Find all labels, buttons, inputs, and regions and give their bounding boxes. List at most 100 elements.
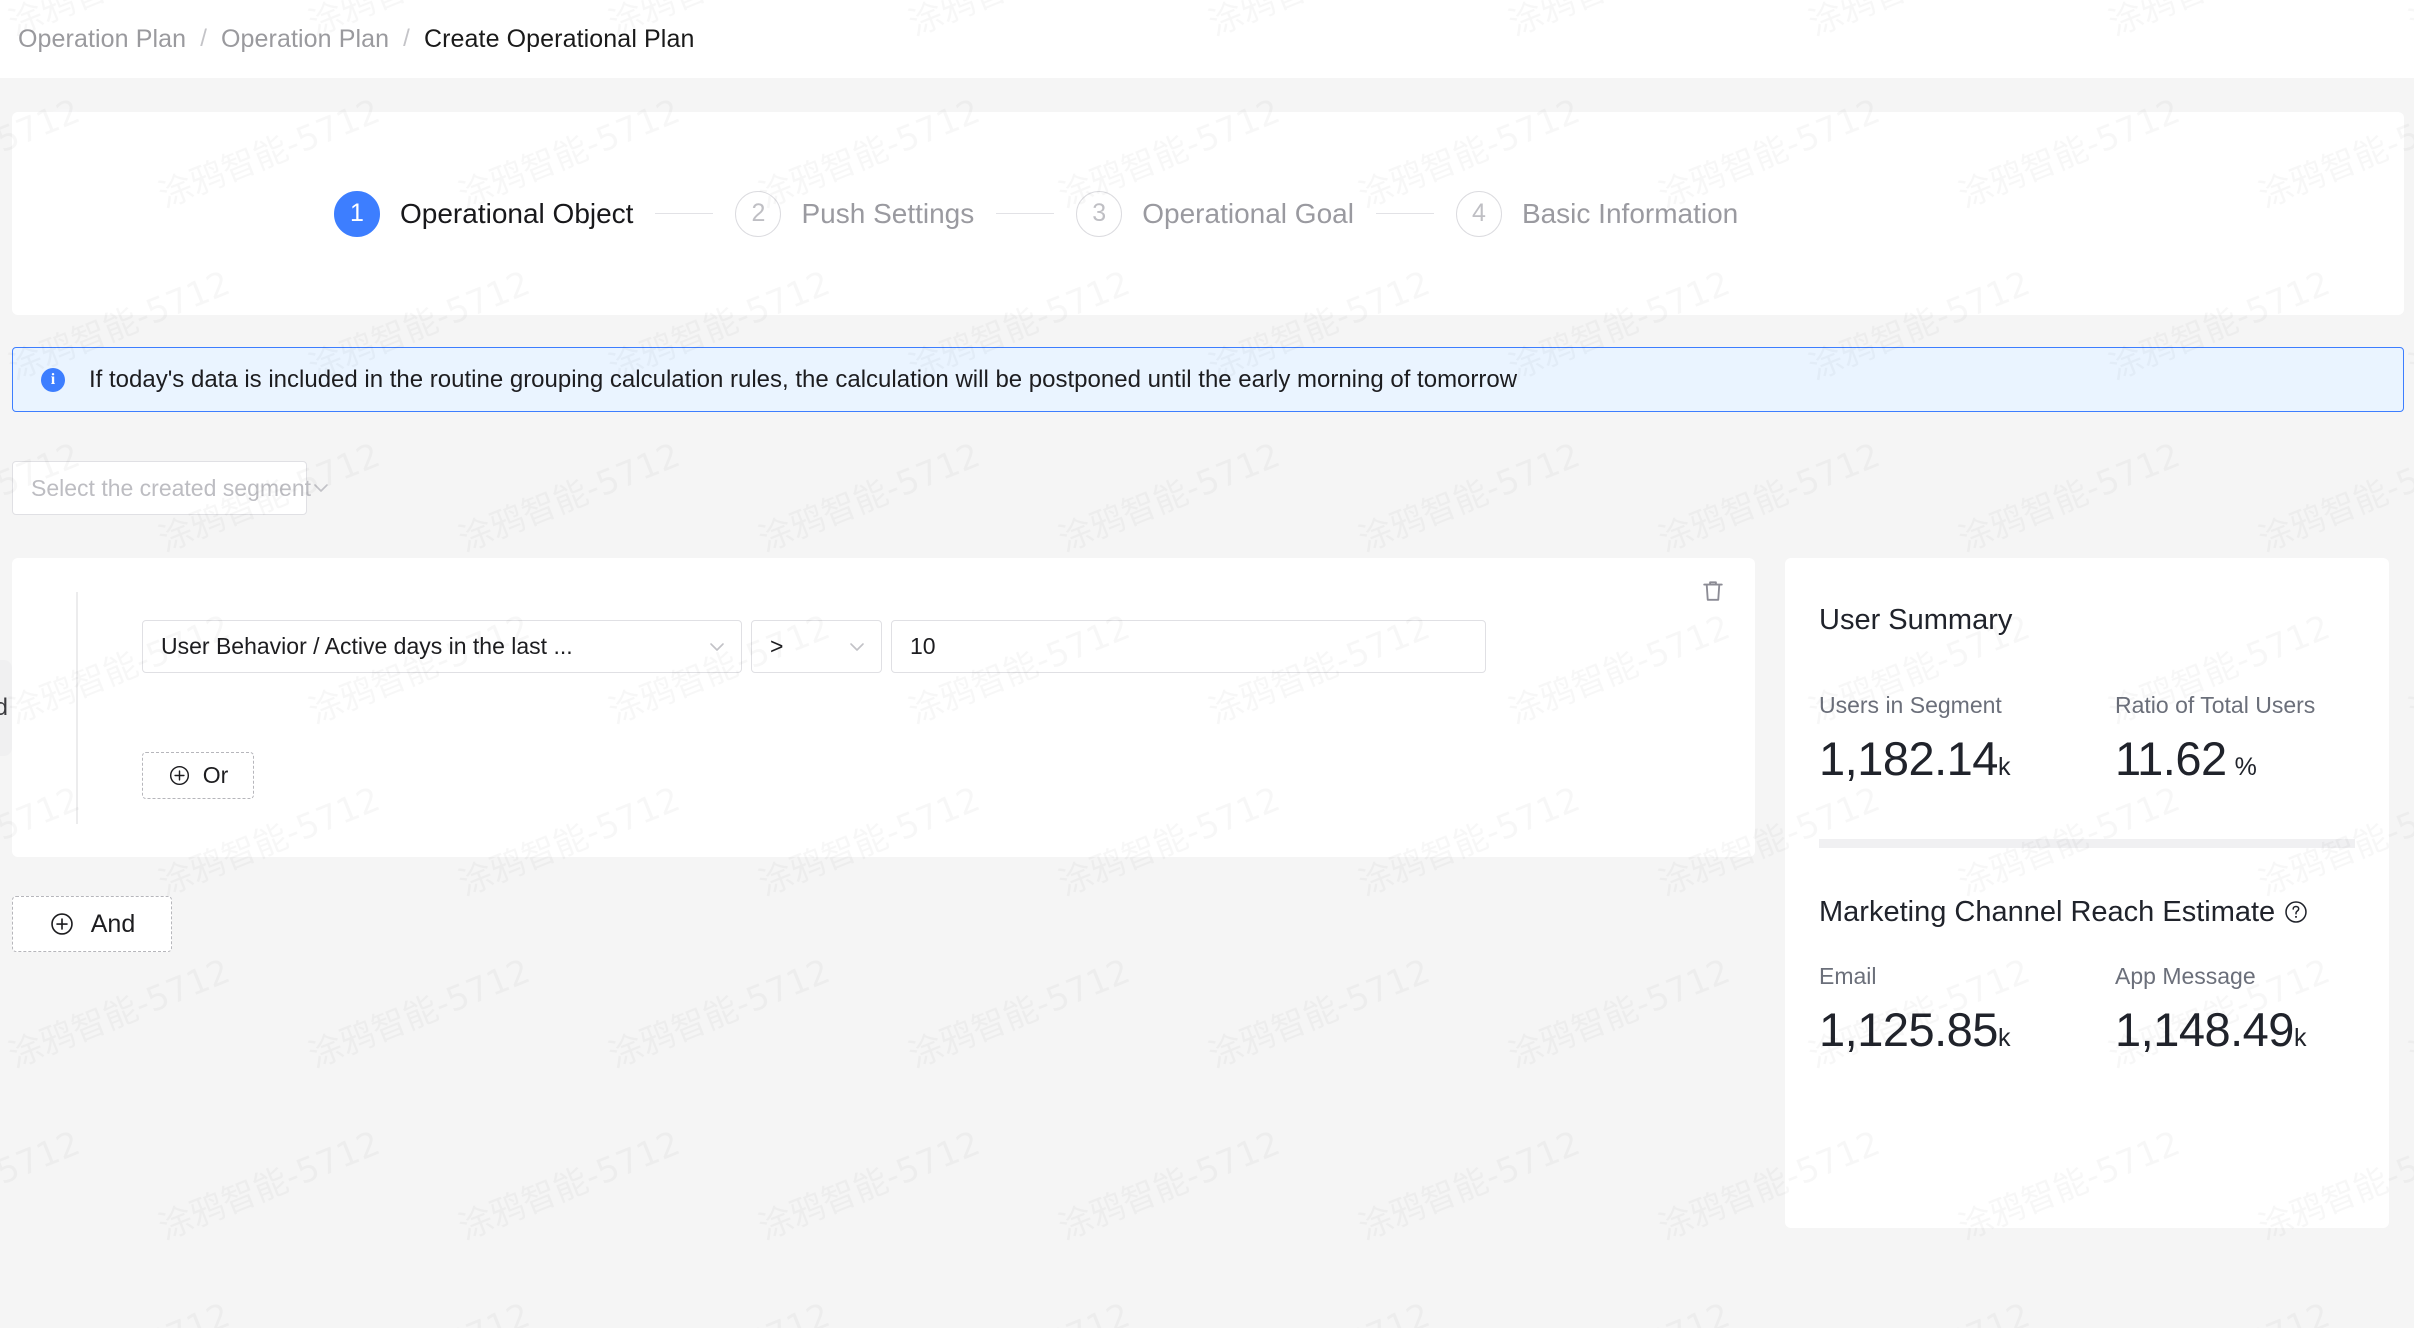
step-connector <box>1375 213 1434 214</box>
metric-value: 11.62% <box>2115 731 2389 786</box>
watermark-text: 涂鸦智能-5712 <box>2250 428 2414 561</box>
breadcrumb-separator: / <box>200 25 207 52</box>
watermark-text: 涂鸦智能-5712 <box>1050 428 1286 561</box>
question-circle-icon[interactable] <box>2283 896 2309 923</box>
condition-group-rail <box>76 592 78 824</box>
metric-users-in-segment: Users in Segment 1,182.14k <box>1819 692 2115 786</box>
watermark-text: 涂鸦智能-5712 <box>1500 944 1736 1077</box>
watermark-text: 涂鸦智能-5712 <box>900 1288 1136 1328</box>
chevron-down-icon <box>707 637 727 657</box>
watermark-text: 涂鸦智能-5712 <box>750 428 986 561</box>
channel-reach-title-text: Marketing Channel Reach Estimate <box>1819 896 2276 929</box>
page-root: Operation Plan / Operation Plan / Create… <box>0 0 2414 1328</box>
metric-unit: % <box>2234 753 2257 782</box>
metric-email: Email 1,125.85k <box>1819 963 2115 1057</box>
step-operational-goal[interactable]: 3 Operational Goal <box>1076 190 1354 237</box>
user-summary-metrics: Users in Segment 1,182.14k Ratio of Tota… <box>1819 692 2355 786</box>
watermark-text: 涂鸦智能-5712 <box>150 1116 386 1249</box>
info-banner: i If today's data is included in the rou… <box>12 347 2404 412</box>
step-basic-information[interactable]: 4 Basic Information <box>1455 190 1739 237</box>
add-or-label: Or <box>202 762 229 788</box>
metric-ratio-of-total-users: Ratio of Total Users 11.62% <box>2115 692 2389 786</box>
watermark-text: 涂鸦智能-5712 <box>450 428 686 561</box>
step-label-4: Basic Information <box>1521 197 1739 229</box>
panel-divider <box>1819 839 2355 849</box>
channel-reach-metrics: Email 1,125.85k App Message 1,148.49k <box>1819 963 2355 1057</box>
metric-value: 1,125.85k <box>1819 1002 2115 1057</box>
watermark-text: 涂鸦智能-5712 <box>900 944 1136 1077</box>
metric-label: Ratio of Total Users <box>2115 692 2316 719</box>
watermark-text: 涂鸦智能-5712 <box>1950 428 2186 561</box>
breadcrumb-item-current: Create Operational Plan <box>423 24 695 53</box>
metric-unit: k <box>2293 1024 2307 1053</box>
plus-circle-icon <box>168 764 191 787</box>
watermark-text: 涂鸦智能-5712 <box>1350 428 1586 561</box>
watermark-text: 涂鸦智能-5712 <box>450 1116 686 1249</box>
watermark-text: 涂鸦智能-5712 <box>1200 944 1436 1077</box>
metric-number: 1,148.49 <box>2115 1003 2294 1057</box>
watermark-text: 涂鸦智能-5712 <box>300 944 536 1077</box>
watermark-text: 涂鸦智能-5712 <box>0 1116 86 1249</box>
metric-number: 11.62 <box>2115 732 2227 786</box>
rule-field-select[interactable]: User Behavior / Active days in the last … <box>142 620 742 673</box>
summary-panel: User Summary Users in Segment 1,182.14k … <box>1785 558 2389 1228</box>
outer-operator-label: And <box>0 694 8 721</box>
rule-operator-select[interactable]: > <box>751 620 882 673</box>
step-connector <box>655 213 714 214</box>
watermark-text: 涂鸦智能-5712 <box>2400 944 2414 1077</box>
chevron-down-icon <box>847 637 867 657</box>
step-number-3: 3 <box>1076 190 1123 237</box>
watermark-text: 涂鸦智能-5712 <box>1500 1288 1736 1328</box>
metric-value: 1,182.14k <box>1819 731 2115 786</box>
watermark-text: 涂鸦智能-5712 <box>1200 1288 1436 1328</box>
metric-label: Users in Segment <box>1819 692 2002 719</box>
watermark-text: 涂鸦智能-5712 <box>600 1288 836 1328</box>
watermark-text: 涂鸦智能-5712 <box>750 1116 986 1249</box>
metric-number: 1,182.14 <box>1819 732 1998 786</box>
watermark-text: 涂鸦智能-5712 <box>1650 428 1886 561</box>
step-number-2: 2 <box>735 190 782 237</box>
breadcrumb: Operation Plan / Operation Plan / Create… <box>0 25 694 54</box>
step-connector <box>996 213 1055 214</box>
rule-field-value: User Behavior / Active days in the last … <box>161 633 573 659</box>
breadcrumb-item-1[interactable]: Operation Plan <box>18 25 186 54</box>
info-banner-text: If today's data is included in the routi… <box>89 365 1518 393</box>
rule-value-input[interactable] <box>891 620 1486 673</box>
page-header: Operation Plan / Operation Plan / Create… <box>0 0 2414 78</box>
user-summary-section: User Summary Users in Segment 1,182.14k … <box>1785 558 2389 849</box>
add-or-condition-button[interactable]: Or <box>142 752 254 799</box>
metric-number: 1,125.85 <box>1819 1003 1998 1057</box>
channel-reach-section: Marketing Channel Reach Estimate Email 1… <box>1785 848 2389 1057</box>
breadcrumb-separator: / <box>403 25 410 52</box>
add-and-label: And <box>90 909 136 938</box>
metric-unit: k <box>1997 753 2011 782</box>
channel-reach-title: Marketing Channel Reach Estimate <box>1819 892 2355 932</box>
metric-unit: k <box>1997 1024 2011 1053</box>
step-push-settings[interactable]: 2 Push Settings <box>735 190 974 237</box>
stepper: 1 Operational Object 2 Push Settings 3 O… <box>12 112 2404 315</box>
metric-app-message: App Message 1,148.49k <box>2115 963 2389 1057</box>
watermark-text: 涂鸦智能-5712 <box>300 1288 536 1328</box>
step-operational-object[interactable]: 1 Operational Object <box>334 190 633 237</box>
delete-condition-group-button[interactable] <box>1695 575 1731 611</box>
watermark-text: 涂鸦智能-5712 <box>600 944 836 1077</box>
segment-select[interactable]: Select the created segment <box>12 461 328 515</box>
watermark-text: 涂鸦智能-5712 <box>1050 1116 1286 1249</box>
watermark-text: 涂鸦智能-5712 <box>2400 600 2414 733</box>
segment-select-placeholder: Select the created segment <box>31 474 311 501</box>
watermark-text: 涂鸦智能-5712 <box>1800 1288 2036 1328</box>
metric-label: App Message <box>2115 963 2256 990</box>
watermark-text: 涂鸦智能-5712 <box>2100 1288 2336 1328</box>
trash-icon <box>1699 577 1727 610</box>
add-and-condition-button[interactable]: And <box>12 896 172 952</box>
stepper-card: 1 Operational Object 2 Push Settings 3 O… <box>12 112 2404 315</box>
step-number-4: 4 <box>1455 190 1502 237</box>
outer-operator-and-toggle-clipped[interactable]: And <box>0 660 12 756</box>
metric-value: 1,148.49k <box>2115 1002 2389 1057</box>
metric-label: Email <box>1819 963 1877 990</box>
watermark-text: 涂鸦智能-5712 <box>2400 1288 2414 1328</box>
watermark-text: 涂鸦智能-5712 <box>1350 1116 1586 1249</box>
breadcrumb-item-2[interactable]: Operation Plan <box>221 25 389 54</box>
plus-circle-icon <box>49 911 75 937</box>
info-circle-icon: i <box>41 367 65 392</box>
